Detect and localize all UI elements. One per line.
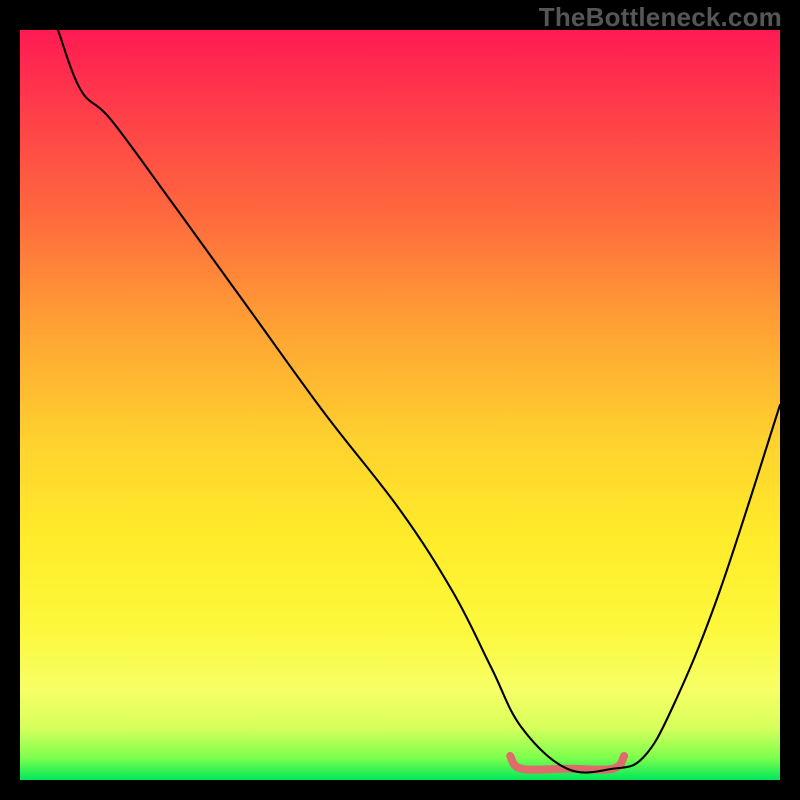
watermark-text: TheBottleneck.com xyxy=(539,2,782,33)
main-curve xyxy=(58,30,780,773)
curves-svg xyxy=(20,30,780,780)
chart-frame: TheBottleneck.com xyxy=(0,0,800,800)
plot-container xyxy=(20,30,780,780)
plot-gradient-background xyxy=(20,30,780,780)
